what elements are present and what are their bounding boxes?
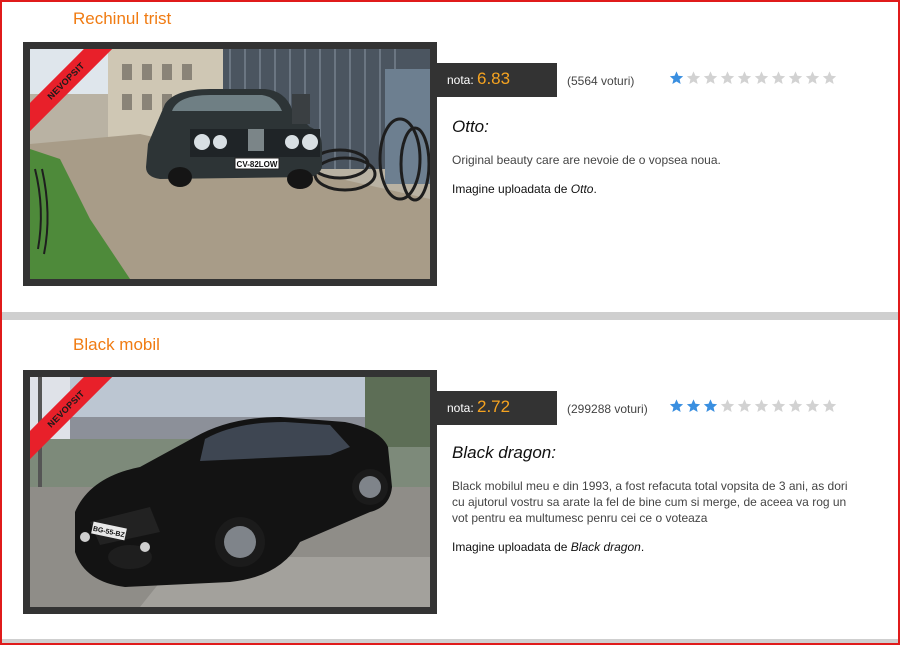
- photo-description: Original beauty care are nevoie de o vop…: [452, 153, 721, 167]
- car-photo[interactable]: BG-55-BZ NEVOPSIT: [23, 370, 437, 614]
- rating-stars[interactable]: [668, 70, 838, 86]
- rating-stars[interactable]: [668, 398, 838, 414]
- status-ribbon: NEVOPSIT: [30, 377, 120, 467]
- star-icon[interactable]: [668, 398, 685, 414]
- upload-credit: Imagine uploadata de Black dragon.: [452, 540, 644, 554]
- star-icon[interactable]: [736, 398, 753, 414]
- star-icon[interactable]: [804, 398, 821, 414]
- star-icon[interactable]: [753, 398, 770, 414]
- photo-description: Black mobilul meu e din 1993, a fost ref…: [452, 479, 848, 525]
- entry-divider: [2, 639, 898, 643]
- star-icon[interactable]: [753, 70, 770, 86]
- star-icon[interactable]: [787, 398, 804, 414]
- license-plate: CV-82LOW: [237, 160, 278, 169]
- star-icon[interactable]: [736, 70, 753, 86]
- uploader-heading: Otto:: [452, 117, 489, 136]
- upload-credit: Imagine uploadata de Otto.: [452, 182, 597, 196]
- upload-credit-author: Black dragon: [570, 540, 641, 554]
- star-icon[interactable]: [770, 398, 787, 414]
- entry-title-link[interactable]: Rechinul trist: [73, 9, 171, 29]
- upload-credit-prefix: Imagine uploadata de: [452, 540, 568, 554]
- star-icon[interactable]: [702, 70, 719, 86]
- star-icon[interactable]: [821, 70, 838, 86]
- vote-count: (5564 voturi): [567, 74, 635, 88]
- score-value: 6.83: [477, 69, 511, 88]
- star-icon[interactable]: [770, 70, 787, 86]
- score-box: nota: 6.83: [436, 63, 557, 97]
- entry-divider: [2, 312, 898, 320]
- status-ribbon: NEVOPSIT: [30, 49, 120, 139]
- score-label: nota:: [447, 73, 474, 87]
- upload-credit-suffix: .: [640, 540, 645, 554]
- star-icon[interactable]: [719, 398, 736, 414]
- car-photo[interactable]: CV-82LOW NEVOPSIT: [23, 42, 437, 286]
- star-icon[interactable]: [668, 70, 685, 86]
- star-icon[interactable]: [719, 70, 736, 86]
- score-label: nota:: [447, 401, 474, 415]
- score-box: nota: 2.72: [436, 391, 557, 425]
- ribbon-label: NEVOPSIT: [30, 377, 120, 466]
- star-icon[interactable]: [685, 398, 702, 414]
- star-icon[interactable]: [787, 70, 804, 86]
- star-icon[interactable]: [804, 70, 821, 86]
- score-value: 2.72: [477, 397, 511, 416]
- vote-count: (299288 voturi): [567, 402, 648, 416]
- star-icon[interactable]: [702, 398, 719, 414]
- star-icon[interactable]: [685, 70, 702, 86]
- upload-credit-prefix: Imagine uploadata de: [452, 182, 568, 196]
- upload-credit-author: Otto: [570, 182, 594, 196]
- upload-credit-suffix: .: [593, 182, 597, 196]
- entry-title-link[interactable]: Black mobil: [73, 335, 160, 355]
- uploader-heading: Black dragon:: [452, 443, 556, 462]
- photo-entry: Rechinul trist CV-82LOW NEVOPSIT nota: 6…: [2, 2, 898, 312]
- star-icon[interactable]: [821, 398, 838, 414]
- photo-entry: Black mobil BG-55-BZ NEVOPSIT nota: 2.72…: [2, 320, 898, 639]
- ribbon-label: NEVOPSIT: [30, 49, 120, 138]
